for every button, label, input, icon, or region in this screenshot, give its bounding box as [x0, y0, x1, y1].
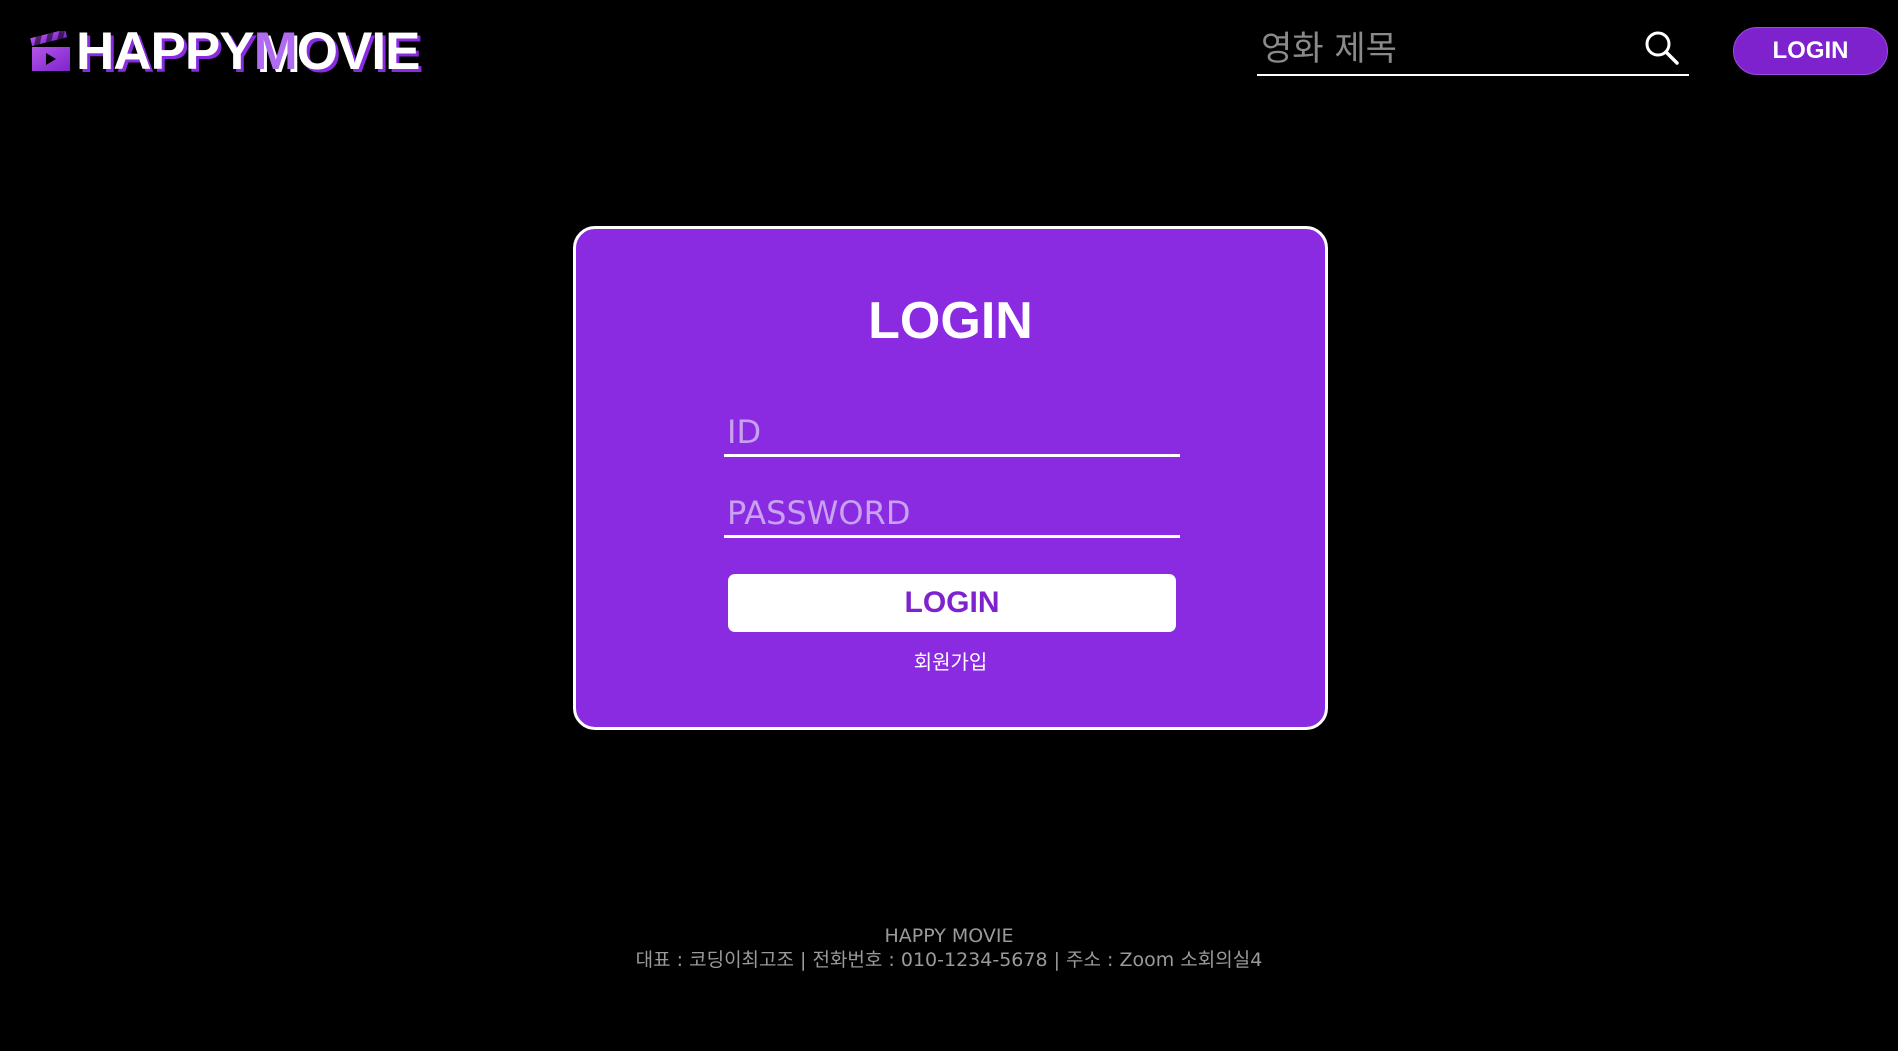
logo-happy: HAPPY — [76, 21, 255, 81]
login-title: LOGIN — [868, 292, 1033, 350]
logo-text: HAPPYMOVIE — [76, 21, 421, 81]
logo-ovie: OVIE — [296, 21, 421, 81]
signup-link[interactable]: 회원가입 — [576, 646, 1325, 675]
password-field-wrapper — [724, 490, 1180, 538]
footer-company: HAPPY MOVIE — [884, 925, 1014, 947]
search-bar — [1257, 22, 1689, 76]
logo-m: M — [253, 21, 298, 81]
footer-info: 대표 : 코딩이최고조 | 전화번호 : 010-1234-5678 | 주소 … — [635, 949, 1263, 971]
search-icon[interactable] — [1642, 28, 1682, 68]
footer: HAPPY MOVIE 대표 : 코딩이최고조 | 전화번호 : 010-123… — [0, 924, 1898, 972]
search-input[interactable] — [1261, 28, 1631, 70]
password-input[interactable] — [724, 490, 1180, 535]
id-field-wrapper — [724, 409, 1180, 457]
header: HAPPYMOVIE LOGIN — [0, 0, 1898, 100]
login-card: LOGIN LOGIN 회원가입 — [573, 226, 1328, 730]
id-input[interactable] — [724, 409, 1180, 454]
logo[interactable]: HAPPYMOVIE — [30, 21, 421, 81]
clapperboard-icon — [30, 31, 70, 71]
login-submit-button[interactable]: LOGIN — [728, 574, 1176, 632]
header-login-button[interactable]: LOGIN — [1733, 27, 1888, 75]
